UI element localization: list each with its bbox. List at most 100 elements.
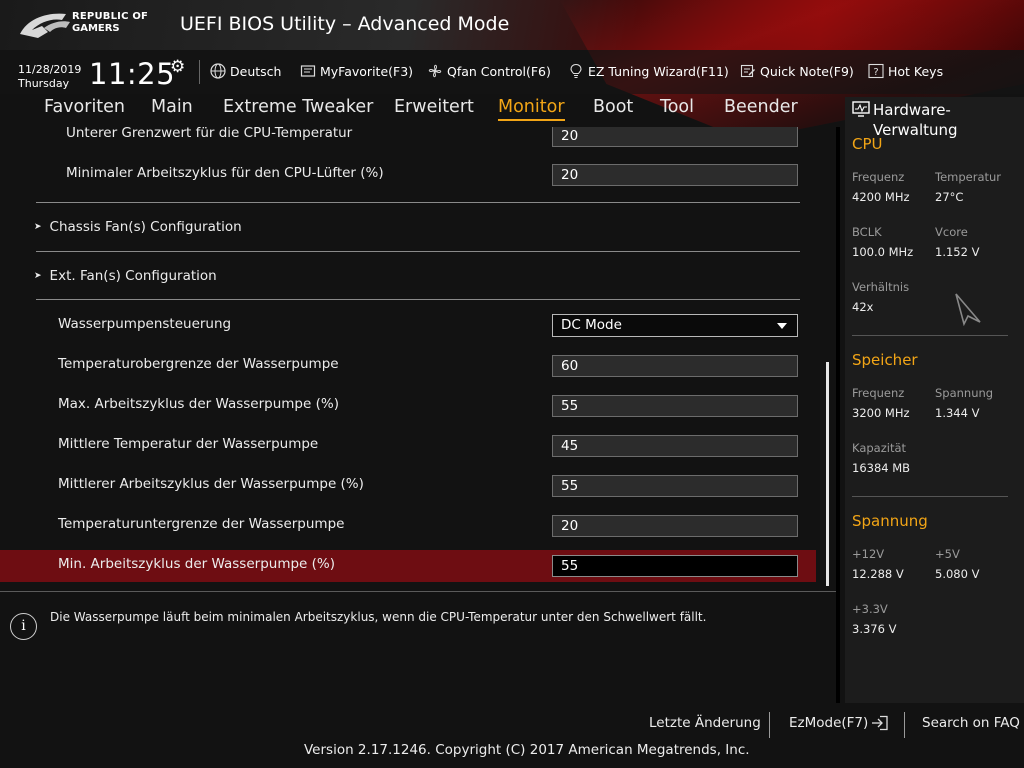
logo-text: GAMERS bbox=[72, 23, 120, 34]
cpu-freq-value: 4200 MHz bbox=[852, 190, 910, 204]
cpu-temp-value: 27°C bbox=[935, 190, 964, 204]
exit-arrow-icon bbox=[872, 715, 888, 731]
divider bbox=[904, 712, 905, 738]
globe-icon bbox=[210, 63, 226, 79]
svg-text:?: ? bbox=[873, 67, 878, 78]
divider bbox=[852, 335, 1008, 336]
mem-capacity-value: 16384 MB bbox=[852, 461, 911, 475]
divider bbox=[36, 251, 800, 252]
cpu-freq-label: Frequenz bbox=[852, 170, 905, 184]
ext-fan-config-section[interactable]: ➤ Ext. Fan(s) Configuration bbox=[34, 268, 217, 284]
v12-value: 12.288 V bbox=[852, 567, 904, 581]
voltage-heading: Spannung bbox=[852, 512, 928, 530]
mem-capacity-label: Kapazität bbox=[852, 441, 907, 455]
ezmode-label: EzMode(F7) bbox=[789, 715, 869, 731]
v12-label: +12V bbox=[852, 547, 885, 561]
setting-label: Max. Arbeitszyklus der Wasserpumpe (%) bbox=[58, 396, 339, 412]
setting-label: Min. Arbeitszyklus der Wasserpumpe (%) bbox=[58, 556, 336, 572]
tab-tool[interactable]: Tool bbox=[660, 97, 694, 117]
mem-freq-value: 3200 MHz bbox=[852, 406, 910, 420]
tab-erweitert[interactable]: Erweitert bbox=[394, 97, 474, 117]
settings-panel: Unterer Grenzwert für die CPU-Temperatur… bbox=[0, 127, 840, 590]
vcore-value: 1.152 V bbox=[935, 245, 980, 259]
v5-value: 5.080 V bbox=[935, 567, 980, 581]
pump-lower-temp-field[interactable]: 20 bbox=[552, 515, 798, 537]
divider bbox=[852, 496, 1008, 497]
clock-display: 11:25 bbox=[89, 57, 176, 91]
tab-extreme-tweaker[interactable]: Extreme Tweaker bbox=[223, 97, 373, 117]
bclk-label: BCLK bbox=[852, 225, 882, 239]
quick-note-button[interactable]: Quick Note(F9) bbox=[740, 63, 854, 79]
day-display: Thursday bbox=[18, 77, 70, 90]
chevron-right-icon: ➤ bbox=[34, 271, 42, 281]
pump-max-duty-field[interactable]: 55 bbox=[552, 395, 798, 417]
app-title: UEFI BIOS Utility – Advanced Mode bbox=[180, 13, 510, 35]
chevron-right-icon: ➤ bbox=[34, 222, 42, 232]
mouse-cursor-icon bbox=[955, 293, 981, 326]
pump-middle-duty-field[interactable]: 55 bbox=[552, 475, 798, 497]
panel-divider bbox=[836, 127, 840, 703]
language-label: Deutsch bbox=[230, 63, 282, 79]
vcore-label: Vcore bbox=[935, 225, 968, 239]
pump-min-duty-field[interactable]: 55 bbox=[552, 555, 798, 577]
search-faq-button[interactable]: Search on FAQ bbox=[922, 715, 1020, 731]
setting-label: Mittlere Temperatur der Wasserpumpe bbox=[58, 436, 319, 452]
tab-monitor[interactable]: Monitor bbox=[498, 97, 565, 121]
divider bbox=[199, 60, 200, 84]
info-icon: i bbox=[10, 613, 37, 640]
setting-label: Temperaturobergrenze der Wasserpumpe bbox=[58, 356, 339, 372]
v33-label: +3.3V bbox=[852, 602, 888, 616]
qfan-control-button[interactable]: Qfan Control(F6) bbox=[427, 63, 551, 79]
setting-label: Unterer Grenzwert für die CPU-Temperatur bbox=[66, 127, 353, 141]
setting-label: Minimaler Arbeitszyklus für den CPU-Lüft… bbox=[66, 165, 384, 181]
v33-value: 3.376 V bbox=[852, 622, 897, 636]
last-change-button[interactable]: Letzte Änderung bbox=[649, 715, 761, 731]
pump-upper-temp-field[interactable]: 60 bbox=[552, 355, 798, 377]
monitor-icon bbox=[852, 101, 870, 117]
divider bbox=[769, 712, 770, 738]
date-display: 11/28/2019 bbox=[18, 63, 82, 76]
ratio-value: 42x bbox=[852, 300, 874, 314]
tab-favoriten[interactable]: Favoriten bbox=[44, 97, 125, 117]
footer-bar bbox=[0, 703, 1024, 768]
tab-main[interactable]: Main bbox=[151, 97, 193, 117]
hot-keys-button[interactable]: ? Hot Keys bbox=[868, 63, 943, 79]
dropdown-value: DC Mode bbox=[561, 317, 622, 333]
cpu-fan-min-duty-field[interactable]: 20 bbox=[552, 164, 798, 186]
scrollbar[interactable] bbox=[826, 362, 829, 586]
clock-settings-gear-icon[interactable]: ⚙ bbox=[170, 57, 185, 77]
caret-down-icon bbox=[777, 323, 787, 329]
pump-middle-temp-field[interactable]: 45 bbox=[552, 435, 798, 457]
logo-text: REPUBLIC OF bbox=[72, 11, 149, 22]
hardware-monitor-title: Hardware-Verwaltung bbox=[873, 101, 958, 139]
language-button[interactable]: Deutsch bbox=[210, 63, 281, 79]
tab-beender[interactable]: Beender bbox=[724, 97, 798, 117]
section-label: Chassis Fan(s) Configuration bbox=[49, 219, 242, 235]
ezmode-button[interactable]: EzMode(F7) bbox=[789, 715, 889, 731]
help-question-icon: ? bbox=[868, 63, 884, 79]
pump-control-dropdown[interactable]: DC Mode bbox=[552, 314, 798, 337]
quick-note-label: Quick Note(F9) bbox=[760, 63, 854, 79]
help-description: Die Wasserpumpe läuft beim minimalen Arb… bbox=[50, 610, 707, 624]
section-label: Ext. Fan(s) Configuration bbox=[49, 268, 217, 284]
chassis-fan-config-section[interactable]: ➤ Chassis Fan(s) Configuration bbox=[34, 219, 242, 235]
mem-freq-label: Frequenz bbox=[852, 386, 905, 400]
ratio-label: Verhältnis bbox=[852, 280, 910, 294]
divider bbox=[36, 299, 800, 300]
setting-label: Mittlerer Arbeitszyklus der Wasserpumpe … bbox=[58, 476, 364, 492]
main-tab-bar: Favoriten Main Extreme Tweaker Erweitert… bbox=[0, 97, 840, 127]
hot-keys-label: Hot Keys bbox=[888, 63, 944, 79]
tab-boot[interactable]: Boot bbox=[593, 97, 633, 117]
cpu-temp-lower-limit-field[interactable]: 20 bbox=[552, 127, 798, 147]
myfavorite-button[interactable]: MyFavorite(F3) bbox=[300, 63, 413, 79]
ez-tuning-label: EZ Tuning Wizard(F11) bbox=[588, 63, 729, 79]
ez-tuning-wizard-button[interactable]: EZ Tuning Wizard(F11) bbox=[568, 63, 729, 79]
mem-volt-label: Spannung bbox=[935, 386, 994, 400]
divider bbox=[0, 591, 840, 592]
mem-volt-value: 1.344 V bbox=[935, 406, 980, 420]
memory-heading: Speicher bbox=[852, 351, 918, 369]
cpu-heading: CPU bbox=[852, 135, 883, 153]
cpu-temp-label: Temperatur bbox=[935, 170, 1002, 184]
note-edit-icon bbox=[740, 64, 755, 78]
qfan-label: Qfan Control(F6) bbox=[447, 63, 551, 79]
